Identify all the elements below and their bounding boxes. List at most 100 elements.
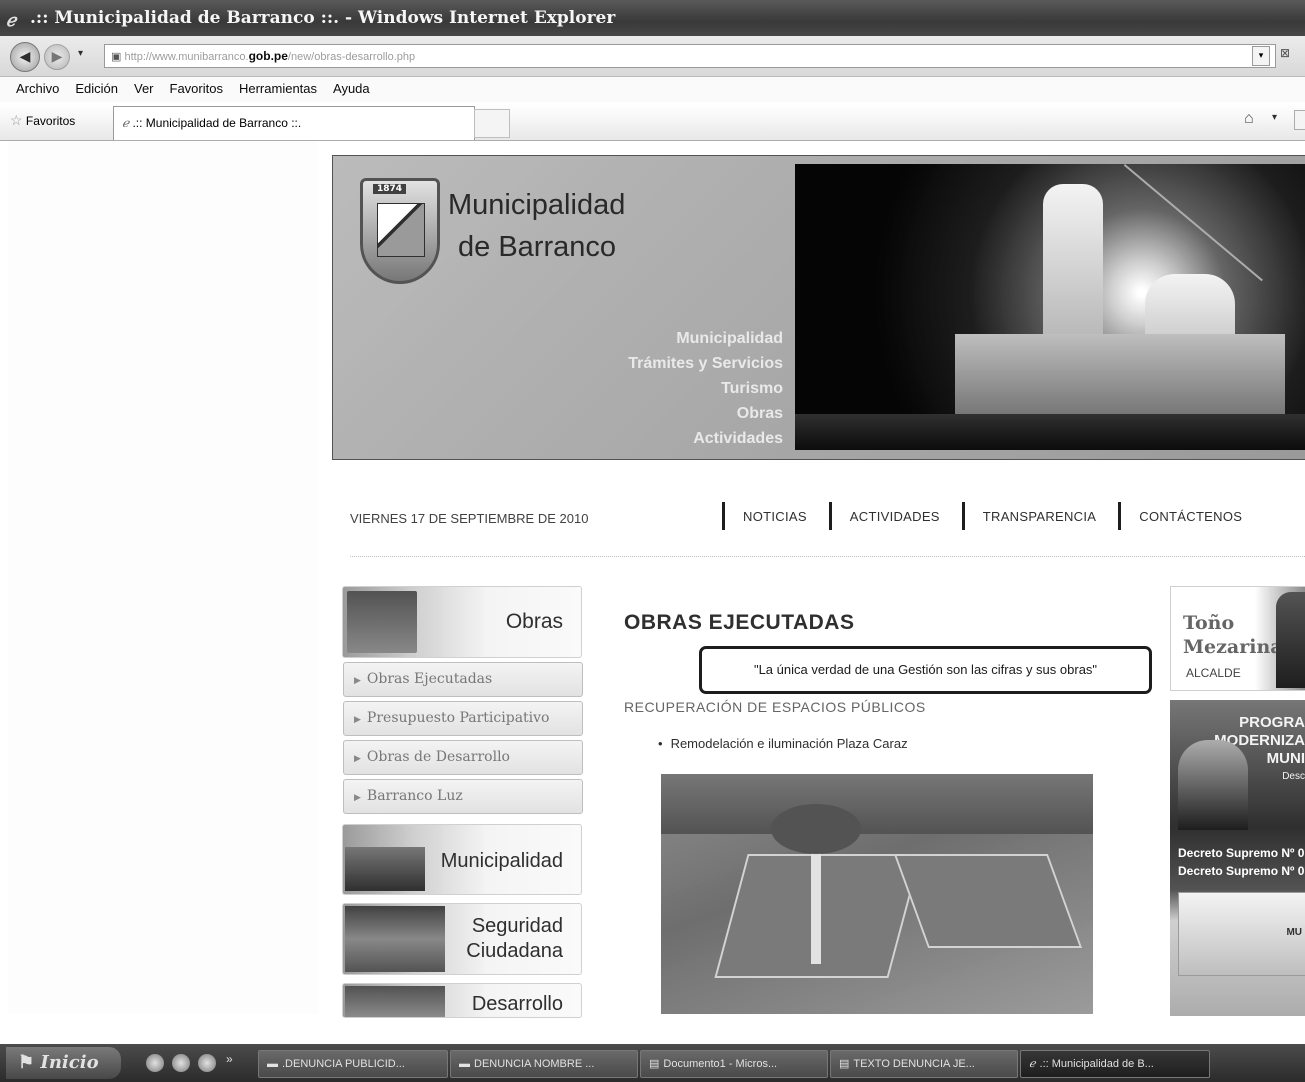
promo-person-photo [1178,740,1248,830]
browser-tab[interactable]: ℯ .:: Municipalidad de Barranco ::. [113,106,475,140]
start-label: Inicio [40,1052,99,1073]
menu-bar: Archivo Edición Ver Favoritos Herramientas Ay… [0,77,1305,102]
sidebar-obras-label: Obras [505,610,563,633]
firefox-quicklaunch-icon[interactable] [198,1054,216,1072]
address-toolbar: ◀ ▶ ▾ ▣ http://www.munibarranco.gob.pe/n… [0,36,1305,77]
alcalde-name-line2: Mezarina [1183,636,1283,658]
banner-menu-municipalidad[interactable]: Municipalidad [533,326,783,351]
taskbar-button-word-2[interactable]: ▤ TEXTO DENUNCIA JE... [830,1050,1018,1078]
list-item-label: Remodelación e iluminación Plaza Caraz [670,736,908,751]
sidebar-seguridad-label: Seguridad Ciudadana [466,914,563,964]
alcalde-photo [1276,592,1305,688]
page-title: OBRAS EJECUTADAS [624,611,855,634]
sidebar-seguridad-ciudadana[interactable]: Seguridad Ciudadana [342,903,582,975]
sidebar-item-label: Obras de Desarrollo [366,749,510,765]
favorites-bar: ☆ Favoritos ℯ .:: Municipalidad de Barra… [0,102,1305,141]
window-title-bar: ℯ .:: Municipalidad de Barranco ::. - Win… [0,0,1305,36]
seguridad-photo [345,906,445,972]
banner-menu-tramites[interactable]: Trámites y Servicios [533,351,783,376]
ie-quicklaunch-icon[interactable] [146,1054,164,1072]
quicklaunch-overflow-icon[interactable]: » [226,1052,233,1066]
menu-edicion[interactable]: Edición [67,77,126,100]
alcalde-name-line1: Toño [1183,612,1235,634]
address-prefix: http://www.munibarranco. [124,51,249,63]
taskbar-button-word-1[interactable]: ▤ Documento1 - Micros... [640,1050,828,1078]
alcalde-name: Toño Mezarina [1183,611,1283,659]
taskbar-button-label: Documento1 - Micros... [663,1058,778,1070]
folder-icon: ▬ [267,1058,278,1070]
sidebar-municipalidad-label: Municipalidad [440,850,563,872]
buildings [661,774,1093,834]
sidebar-item-obras-desarrollo[interactable]: ▶ Obras de Desarrollo [343,740,583,775]
compatibility-view-icon[interactable]: ⊠ [1280,46,1290,60]
site-title-line1: Municipalidad [448,189,626,221]
banner-menu-turismo[interactable]: Turismo [533,376,783,401]
taskbar-button-folder-1[interactable]: ▬ .DENUNCIA PUBLICID... [258,1050,448,1078]
list-item[interactable]: • Remodelación e iluminación Plaza Caraz [658,736,908,751]
taskbar-button-ie[interactable]: ℯ.:: Municipalidad de B... [1020,1050,1210,1078]
home-icon[interactable]: ⌂ [1244,110,1254,128]
menu-ver[interactable]: Ver [126,77,162,100]
church-night-photo [795,164,1305,450]
address-dropdown-icon[interactable]: ▾ [1252,46,1270,66]
site-banner: 1874 Municipalidad de Barranco Municipal… [332,155,1305,460]
address-path: /new/obras-desarrollo.php [287,51,416,63]
desarrollo-photo [345,986,445,1017]
word-icon: ▤ [649,1058,660,1070]
tab-title: .:: Municipalidad de Barranco ::. [132,116,302,130]
arrow-icon: ▶ [354,793,361,803]
logo-year: 1874 [373,184,407,194]
nav-actividades[interactable]: ACTIVIDADES [850,509,940,524]
start-button[interactable]: ⚑ Inicio [6,1047,121,1079]
tab-ie-icon: ℯ [122,116,130,130]
nav-separator [1118,502,1122,530]
taskbar-button-folder-2[interactable]: ▬ DENUNCIA NOMBRE ... [450,1050,638,1078]
banner-menu: Municipalidad Trámites y Servicios Turis… [533,326,783,451]
windows-logo-icon: ⚑ [18,1052,35,1073]
sidebar-municipalidad[interactable]: Municipalidad [342,824,582,895]
back-button[interactable]: ◀ [10,42,40,72]
home-dropdown-icon[interactable]: ▾ [1272,112,1277,123]
media-quicklaunch-icon[interactable] [172,1054,190,1072]
sidebar-obras-header[interactable]: Obras [342,586,582,658]
sidebar-desarrollo[interactable]: Desarrollo [342,983,582,1018]
star-icon: ☆ [10,112,23,128]
recent-pages-dropdown-icon[interactable]: ▾ [78,48,83,59]
ie-logo-icon: ℯ [6,11,17,31]
sidebar-item-label: Barranco Luz [366,788,463,804]
address-bar[interactable]: ▣ http://www.munibarranco.gob.pe/new/obr… [104,44,1276,68]
menu-herramientas[interactable]: Herramientas [231,77,325,100]
nav-noticias[interactable]: NOTICIAS [743,509,807,524]
municipality-crest-logo[interactable]: 1874 [360,178,440,284]
address-domain: gob.pe [248,49,288,63]
municipalidad-photo [345,847,425,891]
menu-ayuda[interactable]: Ayuda [325,77,378,100]
site-title-line2: de Barranco [458,231,616,263]
nav-transparencia[interactable]: TRANSPARENCIA [983,509,1096,524]
cable-line [1123,164,1263,282]
promo-title-line1: PROGRA [1239,714,1305,731]
tree-crown [771,804,861,854]
feeds-icon[interactable] [1294,110,1305,130]
taskbar-button-label: TEXTO DENUNCIA JE... [853,1058,975,1070]
favorites-button[interactable]: ☆ Favoritos [10,112,75,129]
sidebar-item-barranco-luz[interactable]: ▶ Barranco Luz [343,779,583,814]
nav-contactenos[interactable]: CONTÁCTENOS [1139,509,1242,524]
modernization-program-banner[interactable]: PROGRA MODERNIZA MUNI Desc Decreto Supre… [1170,700,1305,1016]
menu-favoritos[interactable]: Favoritos [162,77,231,100]
new-tab-button[interactable] [474,109,510,138]
arrow-icon: ▶ [354,715,361,725]
current-date: VIERNES 17 DE SEPTIEMBRE DE 2010 [350,511,589,526]
menu-archivo[interactable]: Archivo [8,77,67,100]
banner-menu-obras[interactable]: Obras [533,401,783,426]
alcalde-card[interactable]: Toño Mezarina ALCALDE [1170,586,1305,691]
highlight-quote: "La única verdad de una Gestión son las … [699,646,1152,694]
banner-menu-actividades[interactable]: Actividades [533,426,783,451]
page-left-margin [8,141,318,1014]
forward-button[interactable]: ▶ [44,44,70,70]
sidebar-item-presupuesto[interactable]: ▶ Presupuesto Participativo [343,701,583,736]
ie-icon: ℯ [1029,1058,1036,1070]
site-title: Municipalidad de Barranco [448,184,625,268]
arrow-icon: ▶ [354,754,361,764]
sidebar-item-obras-ejecutadas[interactable]: ▶ Obras Ejecutadas [343,662,583,697]
